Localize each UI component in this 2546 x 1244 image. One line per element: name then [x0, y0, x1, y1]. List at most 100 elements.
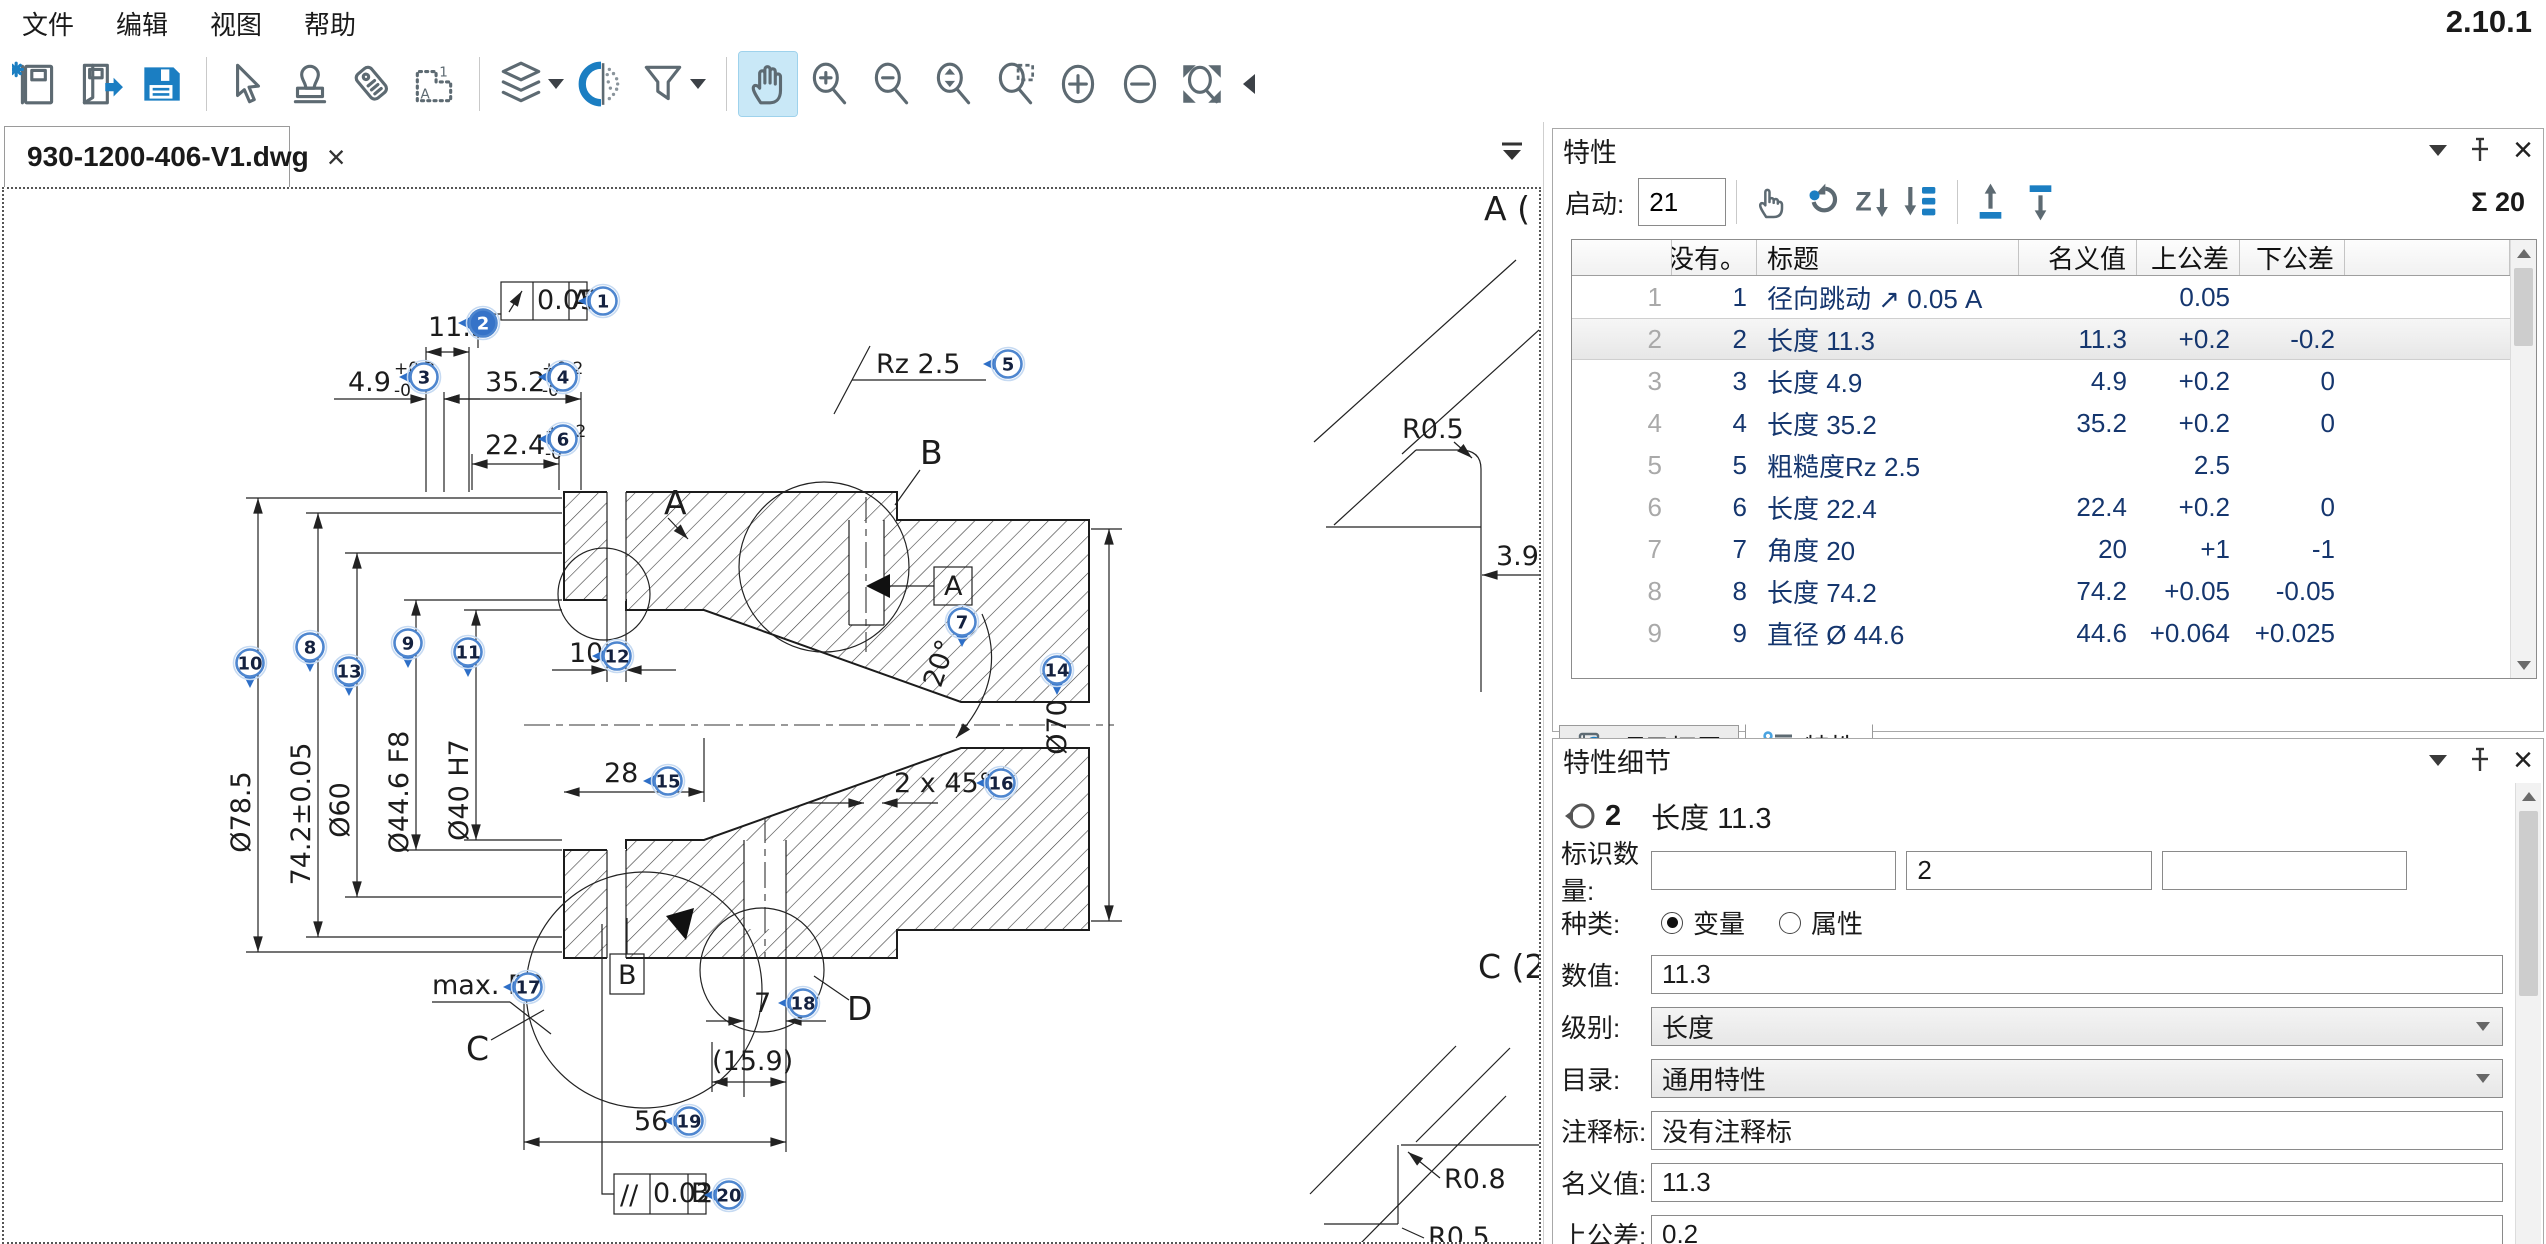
filter-button[interactable] [634, 52, 710, 116]
svg-text:Ø70: Ø70 [1042, 699, 1073, 755]
zoom-window-button[interactable] [987, 52, 1045, 116]
toolbar-separator [726, 57, 727, 111]
characteristics-panel: 特性 × 启动: Z [1552, 128, 2544, 732]
zoom-out-button[interactable] [863, 52, 921, 116]
balloon-5[interactable]: 5 [983, 348, 1025, 381]
table-row[interactable]: 66长度 22.422.4+0.20 [1572, 486, 2510, 528]
annotation-input[interactable]: 没有注释标 [1651, 1111, 2503, 1150]
catalog-select[interactable]: 通用特性 [1651, 1059, 2503, 1098]
open-document-button[interactable] [70, 52, 128, 116]
details-form: 标识数量: 2 种类: 变量 属性 数值: 11.3 [1561, 851, 2503, 1244]
new-document-button[interactable] [8, 52, 66, 116]
table-row[interactable]: 77角度 2020+1-1 [1572, 528, 2510, 570]
move-to-bottom-icon[interactable] [2023, 182, 2063, 222]
svg-text:22.4: 22.4 [485, 430, 545, 461]
value-input[interactable]: 11.3 [1651, 955, 2503, 994]
zoom-vertical-button[interactable] [925, 52, 983, 116]
table-row[interactable]: 11径向跳动 ↗ 0.05 A0.05 [1572, 276, 2510, 318]
layers-button[interactable] [492, 52, 568, 116]
svg-text:6: 6 [557, 430, 570, 451]
balloon-11[interactable]: 11 [452, 636, 485, 678]
panel-close-icon[interactable]: × [2513, 133, 2533, 167]
sort-z-icon[interactable]: Z [1852, 182, 1892, 222]
col-nominal[interactable]: 名义值 [2019, 240, 2137, 275]
scroll-down-arrow[interactable] [2511, 652, 2536, 678]
id-count-input-2[interactable]: 2 [1906, 851, 2151, 890]
zoom-fit-button[interactable] [1173, 52, 1231, 116]
upper-tolerance-input[interactable]: 0.2 [1651, 1215, 2503, 1244]
balloon-9[interactable]: 9 [392, 627, 425, 669]
svg-text:R0.8: R0.8 [1444, 1164, 1506, 1195]
svg-text:A: A [664, 483, 687, 522]
annotation-balloons[interactable]: 1234567891011121314151617181920 [234, 285, 1074, 1212]
balloon-18[interactable]: 18 [778, 987, 820, 1020]
pan-hand-button[interactable] [739, 52, 797, 116]
menu-edit[interactable]: 编辑 [110, 3, 174, 44]
radio-attribute[interactable]: 属性 [1779, 904, 1863, 941]
document-tab[interactable]: 930-1200-406-V1.dwg × [4, 126, 290, 187]
characteristics-panel-header: 特性 × [1553, 129, 2543, 171]
right-dock: 特性 × 启动: Z [1543, 122, 2546, 1244]
ocr-region-button[interactable]: A 1 [405, 52, 463, 116]
table-row[interactable]: 88长度 74.274.2+0.05-0.05 [1572, 570, 2510, 612]
pick-hand-icon[interactable] [1752, 182, 1792, 222]
svg-text:74.2±0.05: 74.2±0.05 [286, 743, 317, 886]
radio-variable[interactable]: 变量 [1661, 904, 1745, 941]
details-scrollbar[interactable] [2515, 783, 2541, 1244]
decrease-button[interactable] [1111, 52, 1169, 116]
panel-pin-icon[interactable] [2469, 137, 2491, 163]
filter-dropdown-arrow[interactable] [690, 79, 706, 89]
balloon-13[interactable]: 13 [333, 655, 366, 697]
tab-overflow-icon[interactable] [1499, 140, 1525, 164]
stamp-button[interactable] [281, 52, 339, 116]
class-select[interactable]: 长度 [1651, 1007, 2503, 1046]
select-cursor-button[interactable] [219, 52, 277, 116]
increase-button[interactable] [1049, 52, 1107, 116]
list-order-icon[interactable] [1902, 182, 1942, 222]
id-count-input-3[interactable] [2162, 851, 2407, 890]
tag-button[interactable] [343, 52, 401, 116]
col-title[interactable]: 标题 [1757, 240, 2019, 275]
panel-collapse-icon[interactable] [2429, 145, 2447, 156]
table-row[interactable]: 55粗糙度Rz 2.52.5 [1572, 444, 2510, 486]
move-to-top-icon[interactable] [1973, 182, 2013, 222]
chevron-down-icon [2476, 1022, 2490, 1031]
panel-close-icon[interactable]: × [2513, 743, 2533, 777]
zoom-in-button[interactable] [801, 52, 859, 116]
stimulus-input[interactable] [1638, 178, 1726, 226]
scrollbar-thumb[interactable] [2514, 268, 2533, 346]
scroll-up-arrow[interactable] [2516, 783, 2541, 809]
rotate-icon[interactable] [1802, 182, 1842, 222]
svg-text:C (2: C (2 [1478, 947, 1539, 986]
col-lower[interactable]: 下公差 [2240, 240, 2345, 275]
mirror-compare-button[interactable] [572, 52, 630, 116]
scrollbar-thumb[interactable] [2519, 811, 2538, 996]
menu-help[interactable]: 帮助 [298, 3, 362, 44]
balloon-19[interactable]: 19 [664, 1105, 706, 1138]
panel-collapse-icon[interactable] [2429, 755, 2447, 766]
svg-text:9: 9 [402, 634, 415, 655]
toolbar-collapse-arrow[interactable] [1243, 74, 1255, 94]
table-row[interactable]: 22长度 11.311.3+0.2-0.2 [1572, 318, 2510, 360]
balloon-10[interactable]: 10 [234, 647, 267, 689]
table-row[interactable]: 33长度 4.94.9+0.20 [1572, 360, 2510, 402]
balloon-8[interactable]: 8 [294, 631, 327, 673]
save-button[interactable] [132, 52, 190, 116]
col-upper[interactable]: 上公差 [2137, 240, 2240, 275]
svg-text:Rz 2.5: Rz 2.5 [876, 349, 960, 380]
table-row[interactable]: 44长度 35.235.2+0.20 [1572, 402, 2510, 444]
layers-dropdown-arrow[interactable] [548, 79, 564, 89]
svg-text:28: 28 [604, 758, 638, 789]
panel-pin-icon[interactable] [2469, 747, 2491, 773]
sigma-count: Σ 20 [2471, 187, 2531, 218]
nominal-input[interactable]: 11.3 [1651, 1163, 2503, 1202]
scroll-up-arrow[interactable] [2511, 240, 2536, 266]
col-no[interactable]: 没有。 [1672, 240, 1757, 275]
tab-close-icon[interactable]: × [323, 141, 350, 173]
drawing-canvas[interactable]: 11.3 4.9 +0.2 -0 35.2 +0.2 -0 22.4 +0.2 … [2, 187, 1541, 1244]
table-row[interactable]: 99直径 Ø 44.644.6+0.064+0.025 [1572, 612, 2510, 654]
table-scrollbar[interactable] [2510, 240, 2536, 678]
menu-view[interactable]: 视图 [204, 3, 268, 44]
id-count-input-1[interactable] [1651, 851, 1896, 890]
menu-file[interactable]: 文件 [16, 3, 80, 44]
